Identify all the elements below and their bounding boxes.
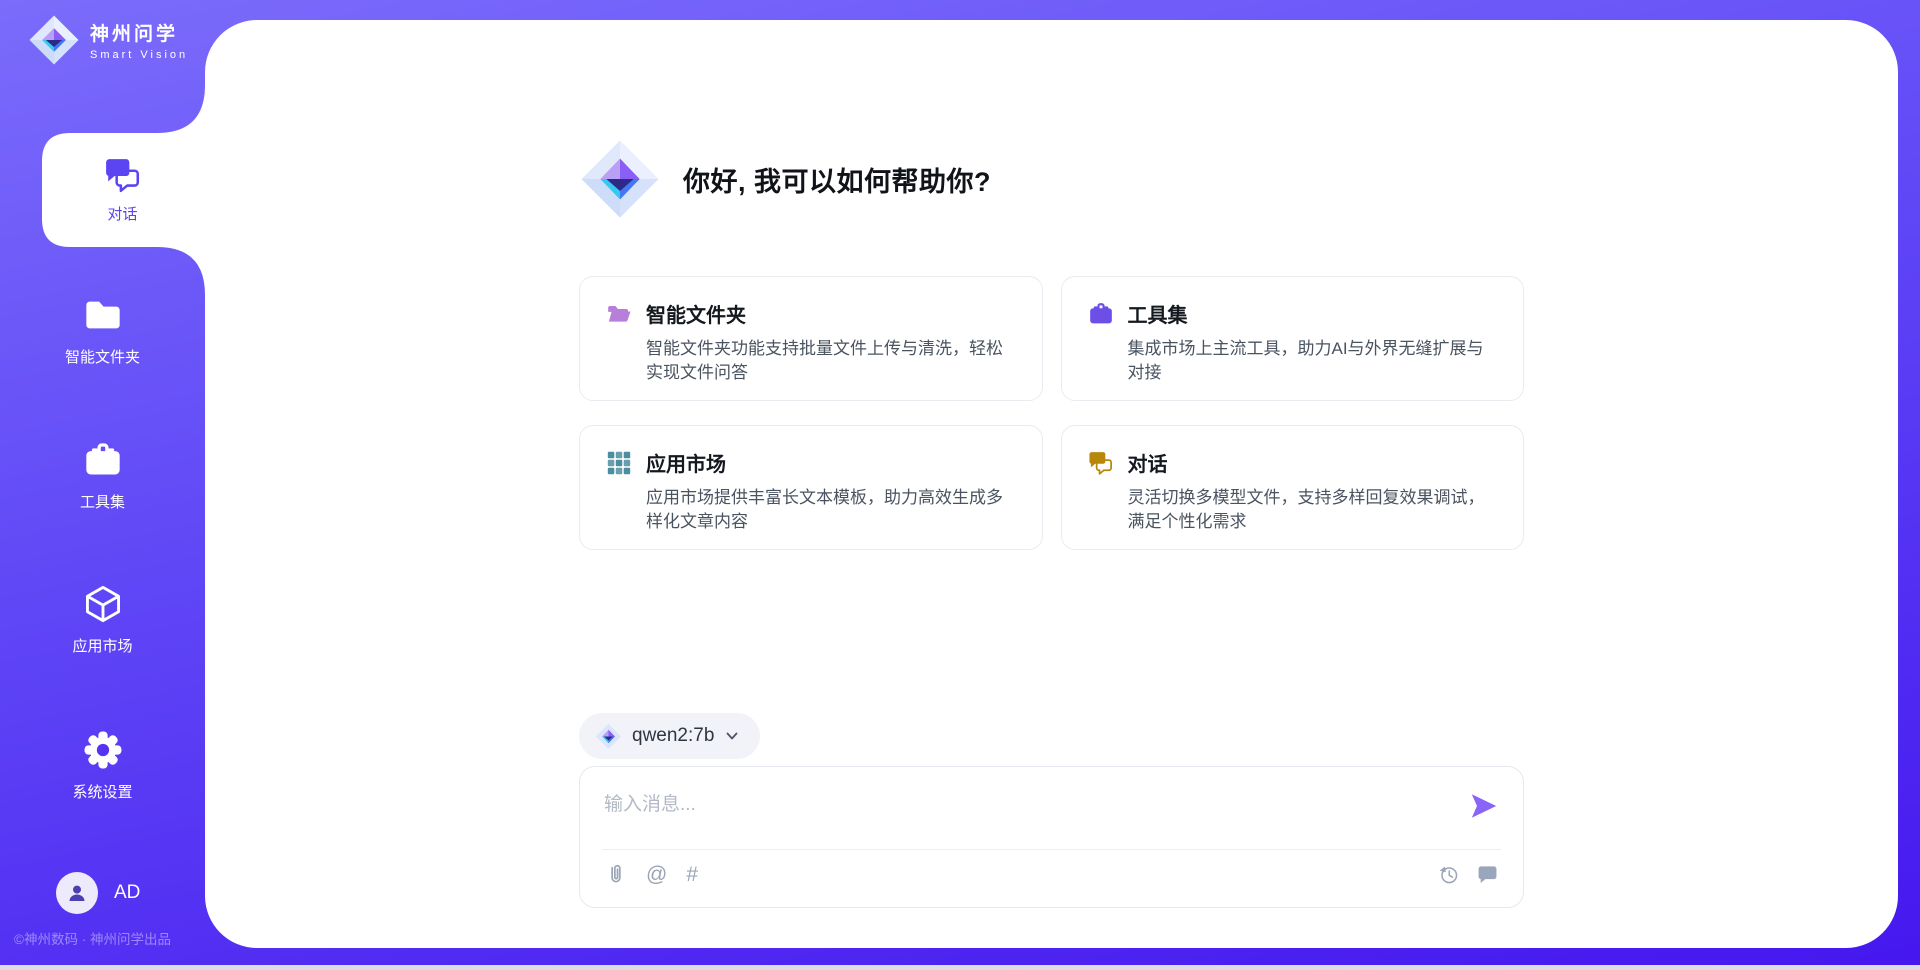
folder-icon (83, 295, 123, 335)
history-icon[interactable] (1437, 863, 1460, 886)
user-initials: AD (114, 882, 140, 904)
sidebar-item-app-market[interactable]: 应用市场 (0, 584, 205, 656)
brand-diamond-icon (579, 138, 661, 220)
sidebar: 神州问学 Smart Vision 对话 智能文件夹 工具集 应用市场 (0, 0, 205, 970)
card-chat[interactable]: 对话 灵活切换多模型文件，支持多样回复效果调试，满足个性化需求 (1061, 425, 1525, 550)
greeting-text: 你好, 我可以如何帮助你? (683, 160, 991, 199)
card-title: 工具集 (1128, 299, 1188, 328)
card-smart-folder[interactable]: 智能文件夹 智能文件夹功能支持批量文件上传与清洗，轻松实现文件问答 (579, 276, 1043, 401)
hash-icon[interactable]: # (686, 864, 698, 885)
copyright-footer: ©神州数码 · 神州问学出品 (14, 928, 204, 948)
message-input[interactable]: 输入消息... (604, 789, 1464, 816)
chat-icon (1088, 450, 1114, 476)
window-edge (0, 965, 1920, 970)
card-title: 智能文件夹 (646, 299, 746, 328)
brand-diamond-icon (28, 14, 80, 66)
card-title: 应用市场 (646, 448, 726, 477)
sidebar-item-smart-folder[interactable]: 智能文件夹 (0, 295, 205, 367)
sidebar-item-label: 工具集 (80, 491, 125, 512)
paperclip-icon[interactable] (604, 863, 627, 886)
sidebar-item-label: 系统设置 (72, 781, 132, 802)
card-description: 集成市场上主流工具，助力AI与外界无缝扩展与对接 (1128, 337, 1498, 385)
brand-name: 神州问学 (90, 19, 188, 46)
chat-icon (104, 156, 142, 194)
user-account[interactable]: AD (56, 872, 140, 914)
sidebar-item-settings[interactable]: 系统设置 (0, 730, 205, 802)
brand-logo: 神州问学 Smart Vision (28, 14, 188, 66)
briefcase-icon (83, 440, 123, 480)
greeting: 你好, 我可以如何帮助你? (579, 138, 1524, 220)
card-description: 智能文件夹功能支持批量文件上传与清洗，轻松实现文件问答 (646, 337, 1016, 385)
chat-square-icon[interactable] (1476, 863, 1499, 886)
chevron-down-icon (724, 728, 740, 744)
model-name: qwen2:7b (632, 725, 714, 747)
gear-icon (83, 730, 123, 770)
send-icon[interactable] (1469, 791, 1499, 821)
grid-icon (606, 450, 632, 476)
sidebar-item-toolset[interactable]: 工具集 (0, 440, 205, 512)
cube-icon (83, 584, 123, 624)
sidebar-item-label: 对话 (107, 203, 137, 224)
folder-open-icon (606, 301, 632, 327)
sidebar-item-label: 应用市场 (72, 635, 132, 656)
card-toolset[interactable]: 工具集 集成市场上主流工具，助力AI与外界无缝扩展与对接 (1061, 276, 1525, 401)
message-composer: 输入消息... @ # (579, 766, 1524, 908)
main-panel: 你好, 我可以如何帮助你? 智能文件夹 智能文件夹功能支持批量文件上传与清洗，轻… (205, 20, 1898, 948)
brand-subtitle: Smart Vision (90, 49, 188, 61)
avatar (56, 872, 98, 914)
person-icon (65, 881, 89, 905)
briefcase-icon (1088, 301, 1114, 327)
sidebar-item-chat[interactable]: 对话 (40, 133, 205, 247)
card-description: 应用市场提供丰富长文本模板，助力高效生成多样化文章内容 (646, 486, 1016, 534)
composer-divider (602, 849, 1501, 850)
card-app-market[interactable]: 应用市场 应用市场提供丰富长文本模板，助力高效生成多样化文章内容 (579, 425, 1043, 550)
at-icon[interactable]: @ (646, 864, 667, 885)
card-title: 对话 (1128, 448, 1168, 477)
brand-diamond-icon (595, 723, 622, 750)
model-selector[interactable]: qwen2:7b (579, 713, 760, 759)
feature-cards: 智能文件夹 智能文件夹功能支持批量文件上传与清洗，轻松实现文件问答 工具集 集成… (579, 276, 1524, 550)
card-description: 灵活切换多模型文件，支持多样回复效果调试，满足个性化需求 (1128, 486, 1498, 534)
sidebar-item-label: 智能文件夹 (65, 346, 140, 367)
